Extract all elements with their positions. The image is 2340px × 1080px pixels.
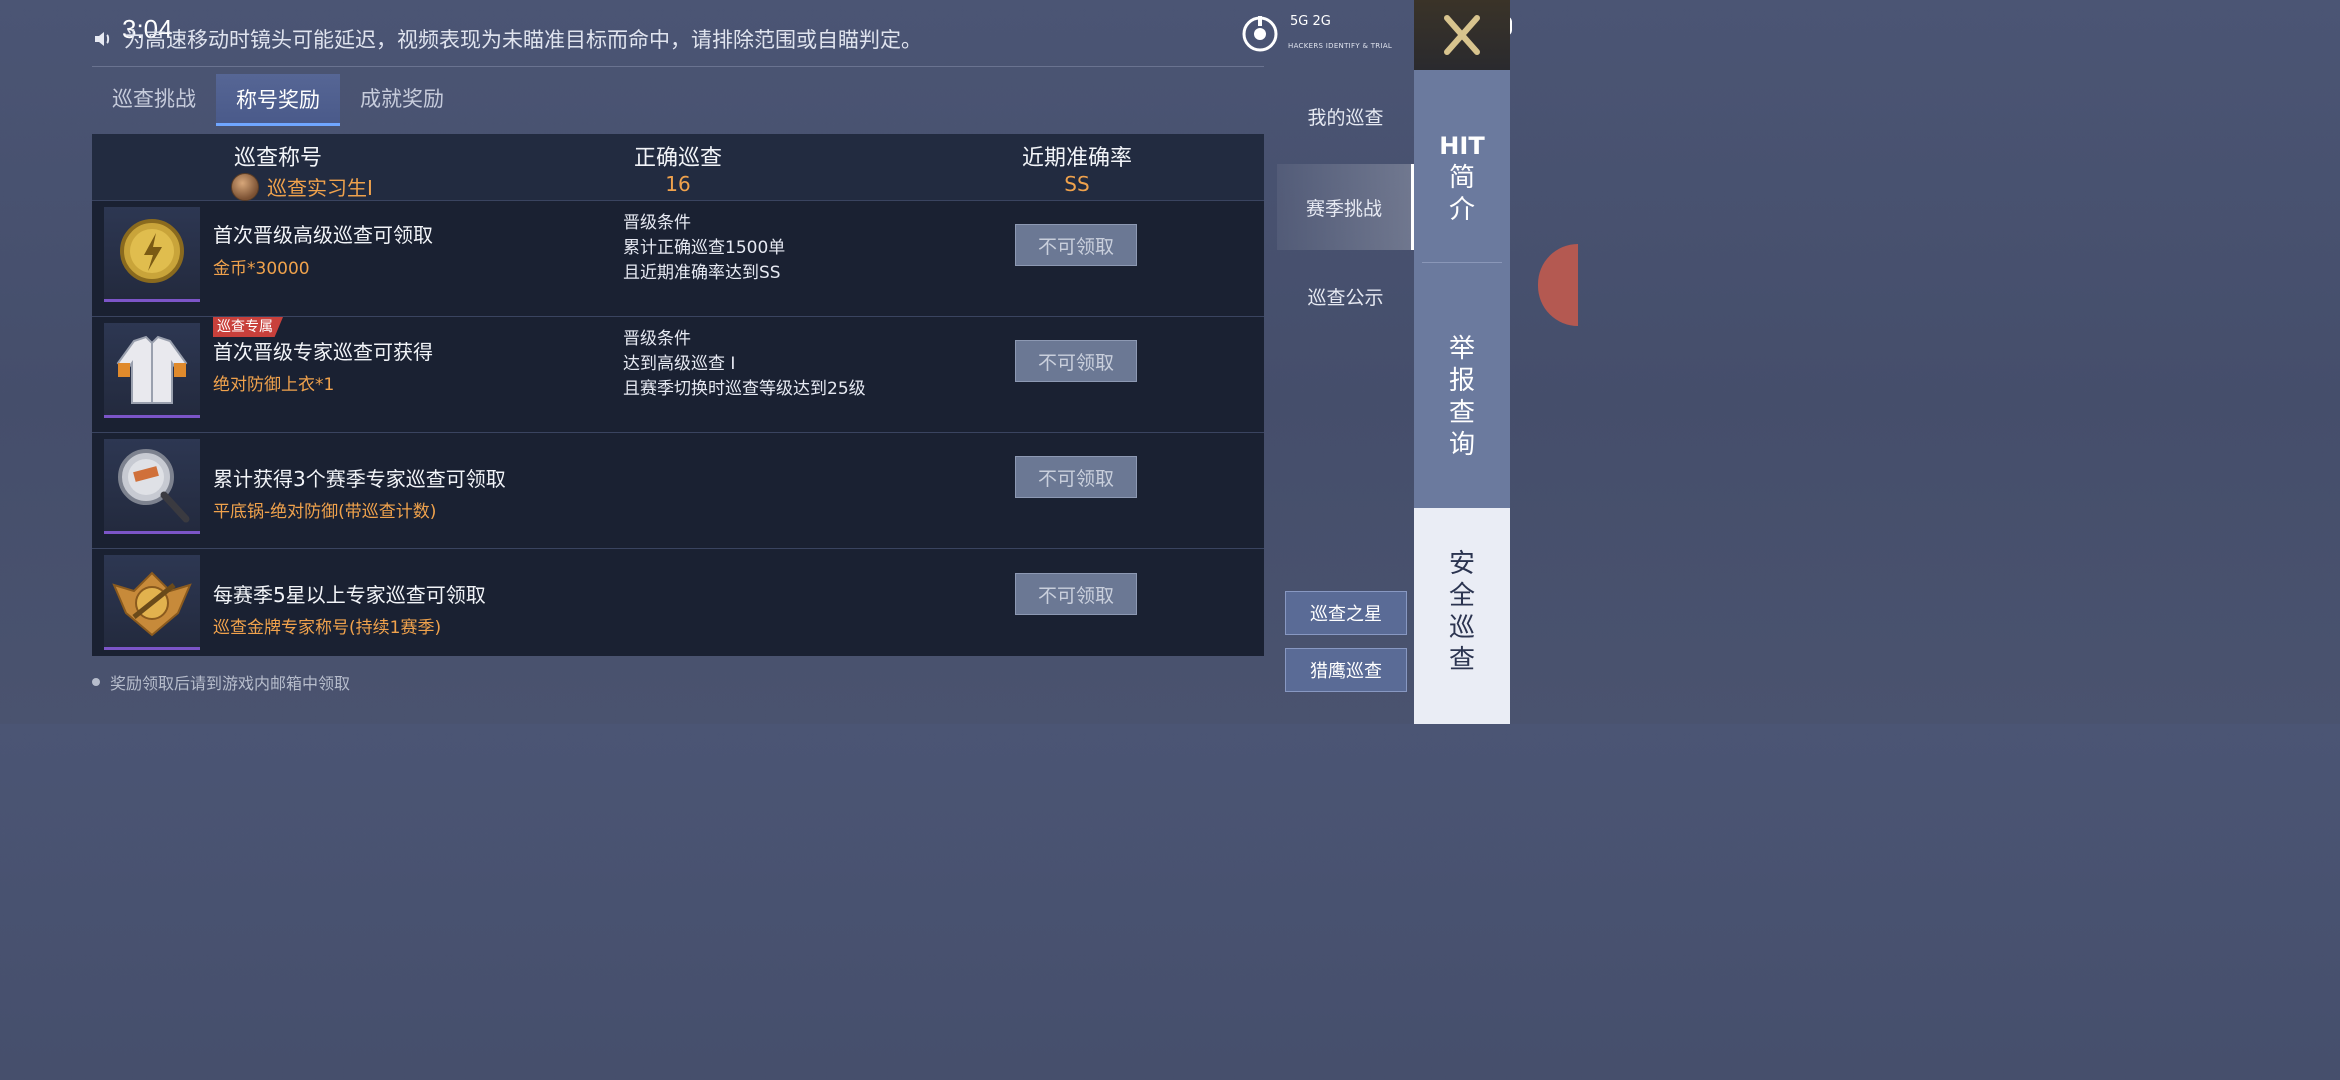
row-reward: 平底锅-绝对防御(带巡查计数) [213, 502, 437, 522]
claim-button[interactable]: 不可领取 [1015, 456, 1137, 498]
row-title: 累计获得3个赛季专家巡查可领取 [213, 467, 506, 491]
current-title-value: 巡查实习生Ⅰ [267, 176, 373, 200]
exclusive-tag: 巡查专属 [213, 317, 283, 337]
footnote-text: 奖励领取后请到游戏内邮箱中领取 [110, 674, 351, 693]
nav-label: 介 [1448, 195, 1475, 225]
vertical-nav: HIT 简 介 举 报 查 询 安 全 巡 查 [1414, 0, 1510, 724]
current-title: 巡查实习生Ⅰ [202, 172, 402, 201]
row-title: 首次晋级高级巡查可领取 [213, 223, 433, 247]
row-reward: 巡查金牌专家称号(持续1赛季) [213, 618, 442, 638]
tab-bar: 巡查挑战 称号奖励 成就奖励 [92, 74, 464, 126]
tab-achievement-rewards[interactable]: 成就奖励 [340, 74, 464, 122]
nav-label: 简 [1448, 163, 1475, 193]
condition-heading: 晋级条件 [623, 213, 691, 233]
col-accuracy-label: 近期准确率 [1021, 146, 1132, 171]
nav-label: 询 [1448, 430, 1475, 460]
tab-title-rewards[interactable]: 称号奖励 [216, 74, 340, 126]
condition-heading: 晋级条件 [623, 329, 691, 349]
claim-button[interactable]: 不可领取 [1015, 340, 1137, 382]
divider [1422, 262, 1502, 263]
condition-line: 且近期准确率达到SS [623, 263, 781, 283]
nav-label: 查 [1448, 645, 1475, 675]
nav-hit-intro[interactable]: HIT 简 介 [1414, 130, 1510, 226]
col-title-label: 巡查称号 [233, 146, 322, 171]
divider [92, 66, 1264, 67]
notice-bar: 为高速移动时镜头可能延迟，视频表现为未瞄准目标而命中，请排除范围或自瞄判定。 [92, 22, 1262, 56]
nav-label: 安 [1448, 549, 1475, 579]
menu-item-season-challenge[interactable]: 赛季挑战 [1277, 164, 1414, 250]
correct-count-value: 16 [665, 172, 691, 196]
nav-report-query[interactable]: 举 报 查 询 [1414, 333, 1510, 461]
col-correct-label: 正确巡查 [633, 146, 722, 171]
footnote: 奖励领取后请到游戏内邮箱中领取 [92, 670, 350, 694]
claim-button[interactable]: 不可领取 [1015, 573, 1137, 615]
medal-icon [231, 172, 260, 201]
menu-item-my-patrol[interactable]: 我的巡查 [1277, 86, 1414, 146]
signal-indicator: 5G 2G [1290, 14, 1331, 29]
nav-safety-patrol[interactable]: 安 全 巡 查 [1414, 508, 1510, 724]
bullet-icon [92, 678, 100, 686]
frying-pan-icon [104, 439, 200, 534]
accuracy-value: SS [1064, 172, 1090, 196]
jacket-icon [104, 323, 200, 418]
floating-assistant-icon[interactable] [1538, 244, 1578, 326]
table-row: 巡查专属 首次晋级专家巡查可获得 绝对防御上衣*1 晋级条件 达到高级巡查 I … [92, 317, 1264, 433]
condition-line: 达到高级巡查 I [623, 354, 736, 374]
falcon-patrol-button[interactable]: 猎鹰巡查 [1285, 648, 1407, 692]
nav-label: 查 [1448, 398, 1475, 428]
patrol-star-button[interactable]: 巡查之星 [1285, 591, 1407, 635]
condition-line: 且赛季切换时巡查等级达到25级 [623, 379, 866, 399]
claim-button[interactable]: 不可领取 [1015, 224, 1137, 266]
speaker-icon [95, 32, 110, 46]
menu-item-patrol-notice[interactable]: 巡查公示 [1277, 266, 1414, 326]
row-condition: 晋级条件 累计正确巡查1500单 且近期准确率达到SS [623, 211, 785, 286]
row-reward: 绝对防御上衣*1 [213, 375, 335, 395]
hackers-logo-icon [1242, 16, 1278, 52]
nav-label: 举 [1448, 334, 1475, 364]
logo-text: HACKERS IDENTIFY & TRIAL [1288, 42, 1393, 50]
table-row: 首次晋级高级巡查可领取 金币*30000 晋级条件 累计正确巡查1500单 且近… [92, 201, 1264, 317]
gold-coin-icon [104, 207, 200, 302]
table-row: 累计获得3个赛季专家巡查可领取 平底锅-绝对防御(带巡查计数) 不可领取 [92, 433, 1264, 549]
nav-label: 巡 [1448, 613, 1475, 643]
row-reward: 金币*30000 [213, 259, 310, 279]
close-icon[interactable] [1414, 0, 1510, 70]
row-title: 每赛季5星以上专家巡查可领取 [213, 583, 486, 607]
row-condition: 晋级条件 达到高级巡查 I 且赛季切换时巡查等级达到25级 [623, 327, 866, 402]
nav-label: HIT [1439, 132, 1485, 160]
table-header: 巡查称号 巡查实习生Ⅰ 正确巡查 16 近期准确率 SS [92, 134, 1264, 201]
gold-badge-icon [104, 555, 200, 650]
row-title: 首次晋级专家巡查可获得 [213, 340, 433, 364]
nav-label: 报 [1448, 366, 1475, 396]
condition-line: 累计正确巡查1500单 [623, 238, 786, 258]
reward-table: 巡查称号 巡查实习生Ⅰ 正确巡查 16 近期准确率 SS 首次晋级高级巡查可领取… [92, 134, 1264, 656]
table-row: 每赛季5星以上专家巡查可领取 巡查金牌专家称号(持续1赛季) 不可领取 [92, 549, 1264, 664]
notice-text: 为高速移动时镜头可能延迟，视频表现为未瞄准目标而命中，请排除范围或自瞄判定。 [124, 28, 922, 52]
tab-patrol-challenge[interactable]: 巡查挑战 [92, 74, 216, 122]
nav-label: 全 [1448, 581, 1475, 611]
